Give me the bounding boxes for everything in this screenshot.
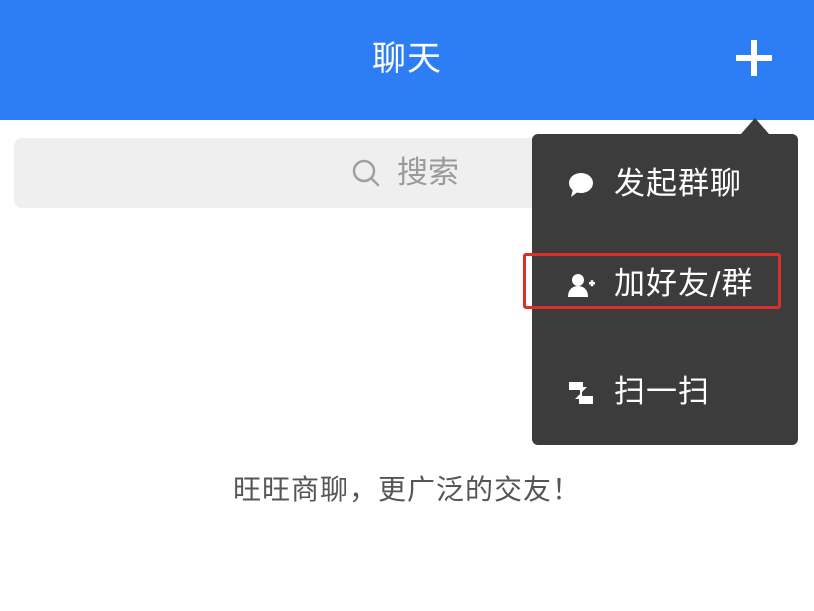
search-placeholder-group: 搜索 — [349, 148, 459, 198]
menu-item-add-friend-group[interactable]: 加好友/群 — [532, 234, 798, 334]
add-button[interactable] — [724, 28, 784, 88]
add-dropdown-menu: 发起群聊 加好友/群 扫一扫 — [532, 134, 798, 445]
empty-state-message: 旺旺商聊，更广泛的交友！ — [232, 473, 581, 506]
search-icon — [352, 159, 380, 187]
search-input[interactable]: 搜索 — [14, 138, 574, 208]
scan-icon — [569, 382, 593, 404]
menu-item-scan[interactable]: 扫一扫 — [532, 342, 798, 442]
menu-item-start-group-chat[interactable]: 发起群聊 — [532, 134, 798, 234]
menu-item-label: 加好友/群 — [614, 266, 754, 302]
menu-item-label: 扫一扫 — [614, 374, 710, 410]
top-bar: 聊天 — [0, 0, 814, 120]
menu-caret — [741, 118, 769, 134]
chat-screen: 聊天 搜索 旺旺商聊，更广泛的交友！ 发起群聊 加好友/群 扫一扫 — [0, 0, 814, 611]
search-placeholder: 搜索 — [397, 155, 459, 191]
add-user-icon — [568, 274, 595, 297]
page-title: 聊天 — [372, 39, 442, 79]
plus-icon — [736, 40, 772, 76]
chat-bubble-icon — [569, 173, 593, 197]
menu-item-label: 发起群聊 — [614, 166, 742, 202]
